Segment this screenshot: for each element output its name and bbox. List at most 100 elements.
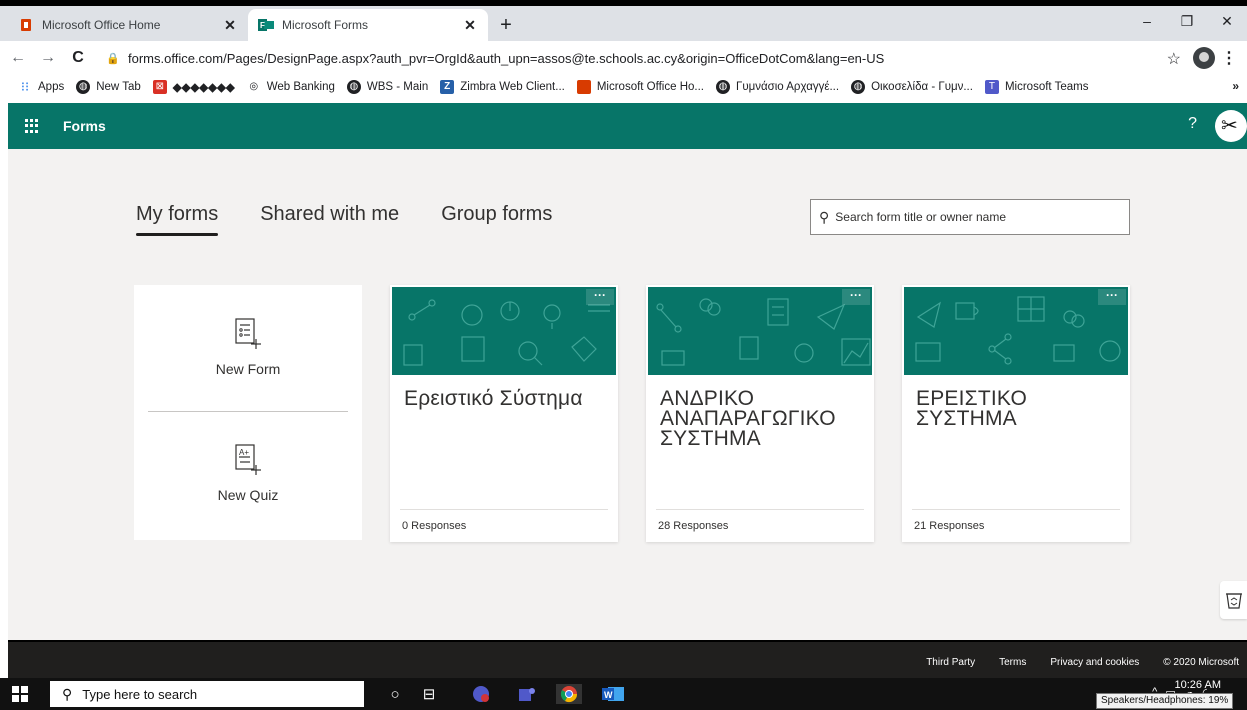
form-title: ΑΝΔΡΙΚΟ ΑΝΑΠΑΡΑΓΩΓΙΚΟ ΣΥΣΤΗΜΑ [660, 387, 836, 450]
response-count: 28 Responses [658, 520, 729, 532]
teams-icon[interactable] [516, 684, 538, 704]
browser-tab-microsoft-forms[interactable]: F Microsoft Forms ✕ [248, 9, 488, 41]
forward-arrow-icon[interactable]: → [36, 49, 60, 67]
tab-title: Microsoft Forms [282, 18, 369, 32]
taskbar-search-input[interactable]: ⚲ Type here to search [50, 681, 364, 707]
tab-my-forms[interactable]: My forms [136, 203, 219, 236]
new-form-icon [235, 318, 261, 349]
more-options-icon[interactable]: ··· [842, 289, 870, 305]
response-count: 0 Responses [402, 520, 467, 532]
form-card[interactable]: ··· ΑΝΔΡΙΚΟ ΑΝΑΠΑΡΑΓΩΓΙΚΟ ΣΥΣΤΗΜΑ 28 Res… [646, 285, 874, 542]
minimize-icon[interactable]: – [1127, 8, 1167, 34]
bookmark-office-home[interactable]: Microsoft Office Ho... [576, 79, 704, 94]
banner-pattern-icon [403, 299, 610, 366]
response-count: 21 Responses [914, 520, 985, 532]
teams-badge-icon[interactable] [470, 684, 492, 704]
globe-icon: ◍ [851, 79, 866, 94]
bookmark-new-tab[interactable]: ◍ New Tab [76, 79, 141, 94]
windows-start-icon[interactable] [12, 686, 28, 702]
restore-icon[interactable]: ❐ [1167, 8, 1207, 34]
new-quiz-button[interactable]: A+ New Quiz [134, 443, 362, 503]
banner-pattern-icon [656, 298, 871, 366]
globe-icon: ◍ [76, 79, 91, 94]
lock-icon: 🔒 [106, 52, 120, 65]
bookmark-unknown[interactable]: ⊠ ◆◆◆◆◆◆◆ [152, 79, 235, 94]
windows-taskbar: ⚲ Type here to search ○ ⊟ W ^ ▭ ☁ ◜ 10:2… [0, 678, 1247, 710]
bookmark-apps[interactable]: ⁝⁝ Apps [18, 78, 64, 94]
svg-text:F: F [260, 21, 265, 30]
bookmark-oikoselida[interactable]: ◍ Οικοσελίδα - Γυμν... [851, 79, 973, 94]
app-header: Forms ? [8, 103, 1247, 149]
office-icon [576, 79, 591, 94]
user-avatar[interactable] [1215, 110, 1247, 142]
new-form-button[interactable]: New Form [134, 317, 362, 377]
svg-text:W: W [604, 690, 613, 700]
new-tab-button[interactable]: + [496, 14, 516, 36]
tab-group-forms[interactable]: Group forms [441, 203, 552, 236]
back-arrow-icon[interactable]: ← [6, 49, 30, 67]
app-launcher-icon[interactable] [25, 119, 39, 133]
bookmarks-bar: ⁝⁝ Apps ◍ New Tab ⊠ ◆◆◆◆◆◆◆ ◎ Web Bankin… [0, 75, 1247, 98]
bookmark-wbs-main[interactable]: ◍ WBS - Main [346, 79, 428, 94]
clock-time: 10:26 AM [1174, 679, 1221, 691]
bookmarks-overflow-icon[interactable]: » [1232, 79, 1239, 93]
forms-icon: F [258, 17, 274, 33]
chrome-icon[interactable] [556, 684, 582, 704]
search-icon: ⚲ [62, 685, 73, 702]
teams-icon: T [984, 79, 999, 94]
taskbar-clock[interactable]: 10:26 AM [1175, 679, 1221, 691]
tab-shared-with-me[interactable]: Shared with me [260, 203, 399, 236]
apps-grid-icon: ⁝⁝ [20, 78, 30, 94]
footer-link-terms[interactable]: Terms [999, 657, 1026, 668]
bookmark-gymnasio[interactable]: ◍ Γυμνάσιο Αρχαγγέ... [716, 79, 839, 94]
divider [148, 411, 348, 412]
task-view-icon[interactable]: ⊟ [418, 684, 440, 704]
banner-pattern-icon [915, 296, 1121, 365]
form-card-banner: ··· [646, 285, 874, 377]
bookmark-star-icon[interactable]: ☆ [1167, 49, 1181, 69]
browser-tab-office-home[interactable]: Microsoft Office Home ✕ [8, 9, 248, 41]
address-bar[interactable]: 🔒 forms.office.com/Pages/DesignPage.aspx… [106, 46, 1156, 70]
recycle-bin-button[interactable] [1220, 581, 1247, 619]
zimbra-icon: Z [440, 79, 455, 94]
footer-links: Third Party Terms Privacy and cookies © … [902, 657, 1239, 668]
close-tab-icon[interactable]: ✕ [462, 17, 478, 34]
divider [400, 509, 608, 510]
tab-title: Microsoft Office Home [42, 18, 161, 32]
search-input[interactable]: ⚲ Search form title or owner name [810, 199, 1130, 235]
search-placeholder: Search form title or owner name [835, 210, 1007, 224]
new-quiz-label: New Quiz [217, 487, 279, 503]
page-icon: ⊠ [152, 79, 167, 94]
close-tab-icon[interactable]: ✕ [222, 17, 238, 34]
volume-tooltip: Speakers/Headphones: 19% [1096, 693, 1234, 709]
bookmark-zimbra[interactable]: Z Zimbra Web Client... [440, 79, 565, 94]
browser-toolbar: ← → C 🔒 forms.office.com/Pages/DesignPag… [0, 41, 1247, 75]
cortana-icon[interactable]: ○ [384, 684, 406, 704]
reload-icon[interactable]: C [66, 49, 90, 67]
more-options-icon[interactable]: ··· [1098, 289, 1126, 305]
bookmark-teams[interactable]: T Microsoft Teams [984, 79, 1088, 94]
footer-link-third-party[interactable]: Third Party [926, 657, 975, 668]
more-options-icon[interactable]: ··· [586, 289, 614, 305]
form-card[interactable]: ··· Ερειστικό Σύστημα 0 Responses [390, 285, 618, 542]
form-card-banner: ··· [390, 285, 618, 377]
footer-link-privacy[interactable]: Privacy and cookies [1050, 657, 1139, 668]
bookmark-web-banking[interactable]: ◎ Web Banking [247, 80, 335, 94]
browser-tab-strip: Microsoft Office Home ✕ F Microsoft Form… [0, 0, 1247, 41]
url-text: forms.office.com/Pages/DesignPage.aspx?a… [128, 50, 885, 66]
app-name[interactable]: Forms [63, 118, 106, 134]
main-content: My forms Shared with me Group forms ⚲ Se… [8, 149, 1247, 640]
chrome-menu-icon[interactable]: ⋮ [1221, 48, 1237, 68]
word-icon[interactable]: W [602, 684, 624, 704]
page-footer: Third Party Terms Privacy and cookies © … [8, 640, 1247, 678]
search-icon: ⚲ [819, 208, 830, 225]
globe-icon: ◍ [346, 79, 361, 94]
divider [912, 509, 1120, 510]
form-card[interactable]: ··· ΕΡΕΙΣΤΙΚΟ ΣΥΣΤΗΜΑ 21 Responses [902, 285, 1130, 542]
close-window-icon[interactable]: ✕ [1207, 8, 1247, 34]
form-title: ΕΡΕΙΣΤΙΚΟ ΣΥΣΤΗΜΑ [916, 387, 1027, 430]
office-icon [18, 17, 34, 33]
new-form-label: New Form [215, 361, 281, 377]
profile-avatar[interactable] [1193, 47, 1215, 69]
help-icon[interactable]: ? [1188, 115, 1197, 133]
